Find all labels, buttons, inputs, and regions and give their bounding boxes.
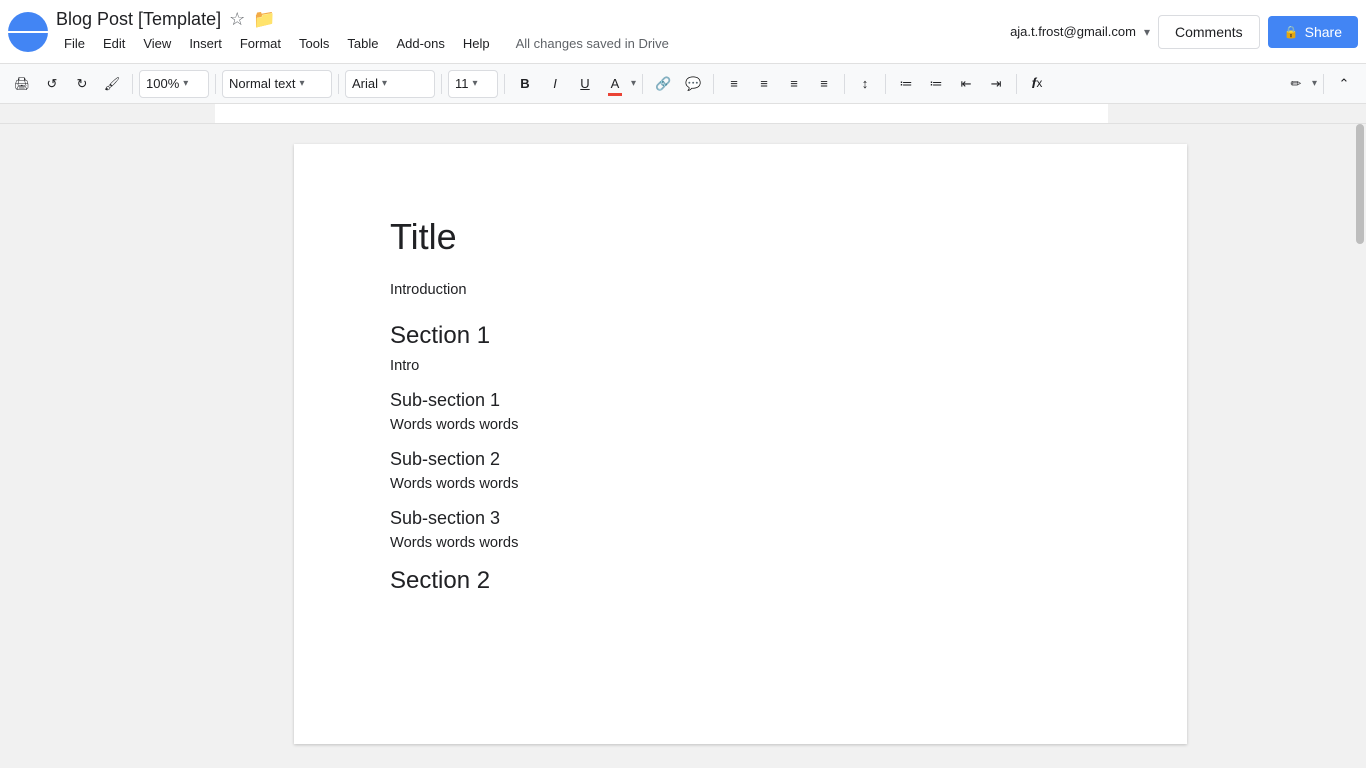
- menu-table[interactable]: Table: [339, 32, 386, 55]
- toolbar-divider-2: [215, 74, 216, 94]
- menu-view[interactable]: View: [135, 32, 179, 55]
- share-label: Share: [1305, 24, 1342, 40]
- ordered-list-button[interactable]: ≔: [892, 70, 920, 98]
- folder-icon[interactable]: 📁: [253, 9, 275, 30]
- text-color-dropdown-icon[interactable]: ▾: [631, 78, 636, 89]
- doc-title-area: Blog Post [Template] ☆ 📁 File Edit View …: [56, 9, 1010, 55]
- user-dropdown-icon[interactable]: ▾: [1144, 25, 1150, 39]
- star-icon[interactable]: ☆: [229, 9, 245, 30]
- print-button[interactable]: 🖨: [8, 70, 36, 98]
- unordered-list-button[interactable]: ≔: [922, 70, 950, 98]
- menu-format[interactable]: Format: [232, 32, 289, 55]
- align-center-button[interactable]: ≡: [750, 70, 778, 98]
- size-select[interactable]: 11 ▾: [448, 70, 498, 98]
- size-dropdown-icon: ▾: [473, 78, 478, 89]
- subsection2-body: Words words words: [390, 476, 1091, 492]
- insert-link-button[interactable]: 🔗: [649, 70, 677, 98]
- size-value: 11: [455, 76, 469, 91]
- bold-button[interactable]: B: [511, 70, 539, 98]
- font-select[interactable]: Arial ▾: [345, 70, 435, 98]
- main-area: Title Introduction Section 1 Intro Sub-s…: [0, 124, 1366, 768]
- scrollbar[interactable]: [1354, 124, 1366, 768]
- ruler-inner: [215, 104, 1108, 123]
- introduction-text: Introduction: [390, 282, 1091, 298]
- top-bar: Blog Post [Template] ☆ 📁 File Edit View …: [0, 0, 1366, 64]
- subsection3-body: Words words words: [390, 535, 1091, 551]
- zoom-value: 100%: [146, 76, 179, 91]
- clear-formatting-button[interactable]: 𝒇x: [1023, 70, 1051, 98]
- toolbar-divider-8: [844, 74, 845, 94]
- comments-button[interactable]: Comments: [1158, 15, 1260, 49]
- text-color-button[interactable]: A: [601, 70, 629, 98]
- justify-button[interactable]: ≡: [810, 70, 838, 98]
- menu-edit[interactable]: Edit: [95, 32, 133, 55]
- document-title-text: Title: [390, 216, 1091, 258]
- app-menu-button[interactable]: [8, 12, 48, 52]
- style-value: Normal text: [229, 76, 295, 91]
- drawing-button[interactable]: ✏: [1282, 70, 1310, 98]
- align-left-button[interactable]: ≡: [720, 70, 748, 98]
- toolbar-divider-6: [642, 74, 643, 94]
- align-right-button[interactable]: ≡: [780, 70, 808, 98]
- left-margin: [0, 124, 215, 768]
- undo-button[interactable]: ↺: [38, 70, 66, 98]
- collapse-toolbar-button[interactable]: ⌃: [1330, 70, 1358, 98]
- lock-icon: 🔒: [1284, 25, 1299, 39]
- document-container[interactable]: Title Introduction Section 1 Intro Sub-s…: [215, 124, 1266, 768]
- user-email: aja.t.frost@gmail.com: [1010, 24, 1136, 39]
- menu-bar: File Edit View Insert Format Tools Table…: [56, 32, 1010, 55]
- ruler: [0, 104, 1366, 124]
- menu-insert[interactable]: Insert: [181, 32, 230, 55]
- section1-heading: Section 1: [390, 322, 1091, 350]
- document-page: Title Introduction Section 1 Intro Sub-s…: [294, 144, 1187, 744]
- zoom-dropdown-icon: ▾: [183, 78, 188, 89]
- font-dropdown-icon: ▾: [382, 78, 387, 89]
- subsection1-body: Words words words: [390, 417, 1091, 433]
- scrollbar-thumb[interactable]: [1356, 124, 1364, 244]
- toolbar-divider-9: [885, 74, 886, 94]
- menu-help[interactable]: Help: [455, 32, 498, 55]
- subsection2-heading: Sub-section 2: [390, 449, 1091, 470]
- toolbar-divider-5: [504, 74, 505, 94]
- menu-addons[interactable]: Add-ons: [388, 32, 452, 55]
- subsection3-heading: Sub-section 3: [390, 508, 1091, 529]
- toolbar: 🖨 ↺ ↻ 🖌 100% ▾ Normal text ▾ Arial ▾ 11 …: [0, 64, 1366, 104]
- style-select[interactable]: Normal text ▾: [222, 70, 332, 98]
- underline-button[interactable]: U: [571, 70, 599, 98]
- toolbar-divider-4: [441, 74, 442, 94]
- menu-tools[interactable]: Tools: [291, 32, 337, 55]
- document-title[interactable]: Blog Post [Template]: [56, 9, 221, 30]
- toolbar-divider-10: [1016, 74, 1017, 94]
- section2-heading: Section 2: [390, 567, 1091, 595]
- text-color-bar: [608, 93, 622, 96]
- toolbar-divider-3: [338, 74, 339, 94]
- top-right-area: aja.t.frost@gmail.com ▾ Comments 🔒 Share: [1010, 15, 1358, 49]
- right-margin: [1266, 124, 1366, 768]
- redo-button[interactable]: ↻: [68, 70, 96, 98]
- save-status: All changes saved in Drive: [516, 36, 669, 51]
- toolbar-divider-7: [713, 74, 714, 94]
- line-spacing-button[interactable]: ↕: [851, 70, 879, 98]
- toolbar-divider-11: [1323, 74, 1324, 94]
- toolbar-divider-1: [132, 74, 133, 94]
- share-button[interactable]: 🔒 Share: [1268, 16, 1358, 48]
- menu-file[interactable]: File: [56, 32, 93, 55]
- zoom-select[interactable]: 100% ▾: [139, 70, 209, 98]
- text-color-label: A: [611, 76, 620, 91]
- font-value: Arial: [352, 76, 378, 91]
- subsection1-heading: Sub-section 1: [390, 390, 1091, 411]
- italic-button[interactable]: I: [541, 70, 569, 98]
- style-dropdown-icon: ▾: [299, 78, 304, 89]
- decrease-indent-button[interactable]: ⇤: [952, 70, 980, 98]
- drawing-dropdown-icon[interactable]: ▾: [1312, 78, 1317, 89]
- paint-format-button[interactable]: 🖌: [98, 70, 126, 98]
- section1-intro: Intro: [390, 358, 1091, 374]
- insert-comment-button[interactable]: 💬: [679, 70, 707, 98]
- increase-indent-button[interactable]: ⇥: [982, 70, 1010, 98]
